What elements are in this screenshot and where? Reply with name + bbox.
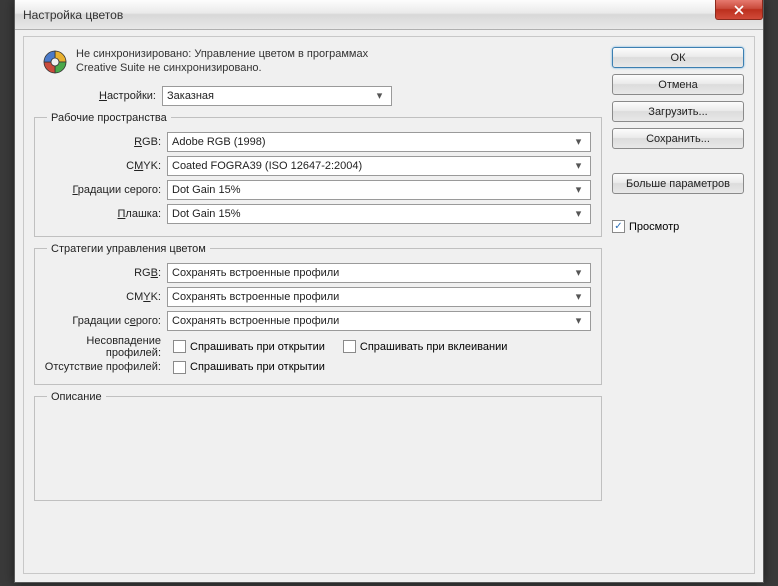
chevron-down-icon: ▾ bbox=[571, 206, 586, 221]
close-icon bbox=[734, 5, 744, 15]
missing-label: Отсутствие профилей: bbox=[39, 361, 167, 373]
spot-dropdown[interactable]: Dot Gain 15% ▾ bbox=[167, 204, 591, 224]
chevron-down-icon: ▾ bbox=[372, 88, 387, 103]
preview-label: Просмотр bbox=[629, 221, 679, 233]
chevron-down-icon: ▾ bbox=[571, 289, 586, 304]
save-button[interactable]: Сохранить... bbox=[612, 128, 744, 149]
sync-warning-icon bbox=[42, 49, 68, 75]
ask-paste-checkbox[interactable] bbox=[343, 340, 356, 353]
dialog-content: Не синхронизировано: Управление цветом в… bbox=[23, 36, 755, 574]
cancel-button[interactable]: Отмена bbox=[612, 74, 744, 95]
ask-open-missing-checkbox[interactable] bbox=[173, 361, 186, 374]
settings-label: Настройки: bbox=[34, 90, 162, 102]
working-spaces-fieldset: Рабочие пространства RGB: Adobe RGB (199… bbox=[34, 112, 602, 237]
ask-open-mismatch-checkbox[interactable] bbox=[173, 340, 186, 353]
color-settings-dialog: Настройка цветов Не синхронизировано: Уп… bbox=[14, 0, 764, 583]
load-button[interactable]: Загрузить... bbox=[612, 101, 744, 122]
settings-dropdown[interactable]: Заказная ▾ bbox=[162, 86, 392, 106]
cmyk-label: CMYK: bbox=[39, 160, 167, 172]
chevron-down-icon: ▾ bbox=[571, 182, 586, 197]
ask-open-mismatch-label: Спрашивать при открытии bbox=[190, 341, 325, 353]
description-legend: Описание bbox=[47, 391, 106, 403]
policy-cmyk-dropdown[interactable]: Сохранять встроенные профили ▾ bbox=[167, 287, 591, 307]
gray-label: Градации серого: bbox=[39, 184, 167, 196]
sync-status-text: Не синхронизировано: Управление цветом в… bbox=[76, 47, 396, 76]
mismatch-label: Несовпадение профилей: bbox=[39, 335, 167, 359]
spot-label: Плашка: bbox=[39, 208, 167, 220]
policies-legend: Стратегии управления цветом bbox=[47, 243, 210, 255]
policy-cmyk-label: CMYK: bbox=[39, 291, 167, 303]
policy-rgb-dropdown[interactable]: Сохранять встроенные профили ▾ bbox=[167, 263, 591, 283]
window-title: Настройка цветов bbox=[23, 8, 123, 22]
gray-dropdown[interactable]: Dot Gain 15% ▾ bbox=[167, 180, 591, 200]
policy-gray-dropdown[interactable]: Сохранять встроенные профили ▾ bbox=[167, 311, 591, 331]
policy-rgb-label: RGB: bbox=[39, 267, 167, 279]
rgb-label: RGB: bbox=[39, 136, 167, 148]
policies-fieldset: Стратегии управления цветом RGB: Сохраня… bbox=[34, 243, 602, 385]
ask-paste-label: Спрашивать при вклеивании bbox=[360, 341, 507, 353]
chevron-down-icon: ▾ bbox=[571, 313, 586, 328]
close-button[interactable] bbox=[715, 0, 763, 20]
preview-checkbox[interactable] bbox=[612, 220, 625, 233]
rgb-dropdown[interactable]: Adobe RGB (1998) ▾ bbox=[167, 132, 591, 152]
policy-gray-label: Градации серого: bbox=[39, 315, 167, 327]
ok-button[interactable]: ОК bbox=[612, 47, 744, 68]
titlebar: Настройка цветов bbox=[15, 0, 763, 30]
working-spaces-legend: Рабочие пространства bbox=[47, 112, 171, 124]
cmyk-dropdown[interactable]: Coated FOGRA39 (ISO 12647-2:2004) ▾ bbox=[167, 156, 591, 176]
chevron-down-icon: ▾ bbox=[571, 134, 586, 149]
description-fieldset: Описание bbox=[34, 391, 602, 501]
chevron-down-icon: ▾ bbox=[571, 265, 586, 280]
ask-open-missing-label: Спрашивать при открытии bbox=[190, 361, 325, 373]
more-options-button[interactable]: Больше параметров bbox=[612, 173, 744, 194]
chevron-down-icon: ▾ bbox=[571, 158, 586, 173]
